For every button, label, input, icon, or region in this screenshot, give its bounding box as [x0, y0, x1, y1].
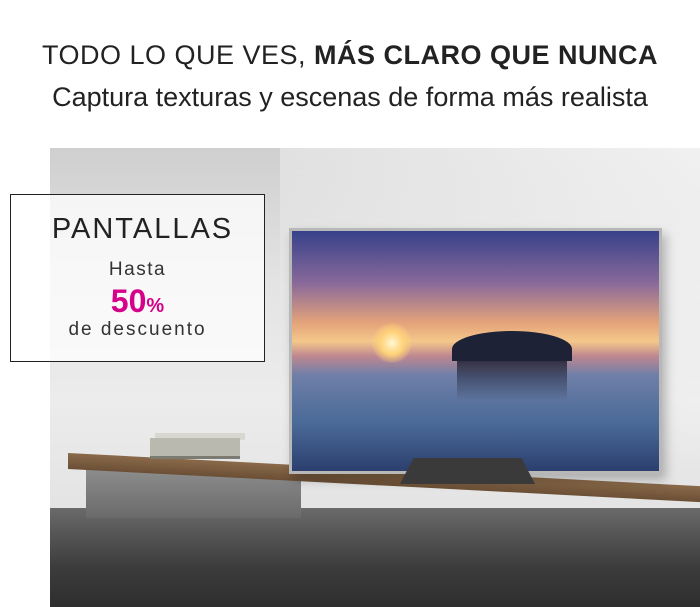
promo-prefix: Hasta	[108, 259, 167, 280]
headline-lead: TODO LO QUE VES,	[41, 40, 315, 70]
discount-unit: %	[146, 295, 165, 317]
island	[452, 331, 572, 361]
promo-suffix: de descuento	[68, 319, 207, 340]
floor	[50, 508, 700, 607]
tv-set	[289, 228, 662, 474]
island-reflection	[457, 361, 567, 401]
promo-title: PANTALLAS	[51, 213, 234, 245]
tv-stand	[400, 458, 535, 484]
headline: TODO LO QUE VES, MÁS CLARO QUE NUNCA	[0, 40, 700, 71]
books-stack	[150, 438, 240, 459]
discount-value: 50	[110, 283, 147, 319]
promo-box[interactable]: PANTALLAS Hasta 50% de descuento	[10, 194, 265, 362]
promo-discount: 50%	[11, 283, 264, 320]
headline-emphasis: MÁS CLARO QUE NUNCA	[314, 40, 659, 70]
subtitle: Captura texturas y escenas de forma más …	[52, 82, 648, 112]
sunset	[372, 323, 412, 363]
tv-screen	[292, 231, 659, 471]
